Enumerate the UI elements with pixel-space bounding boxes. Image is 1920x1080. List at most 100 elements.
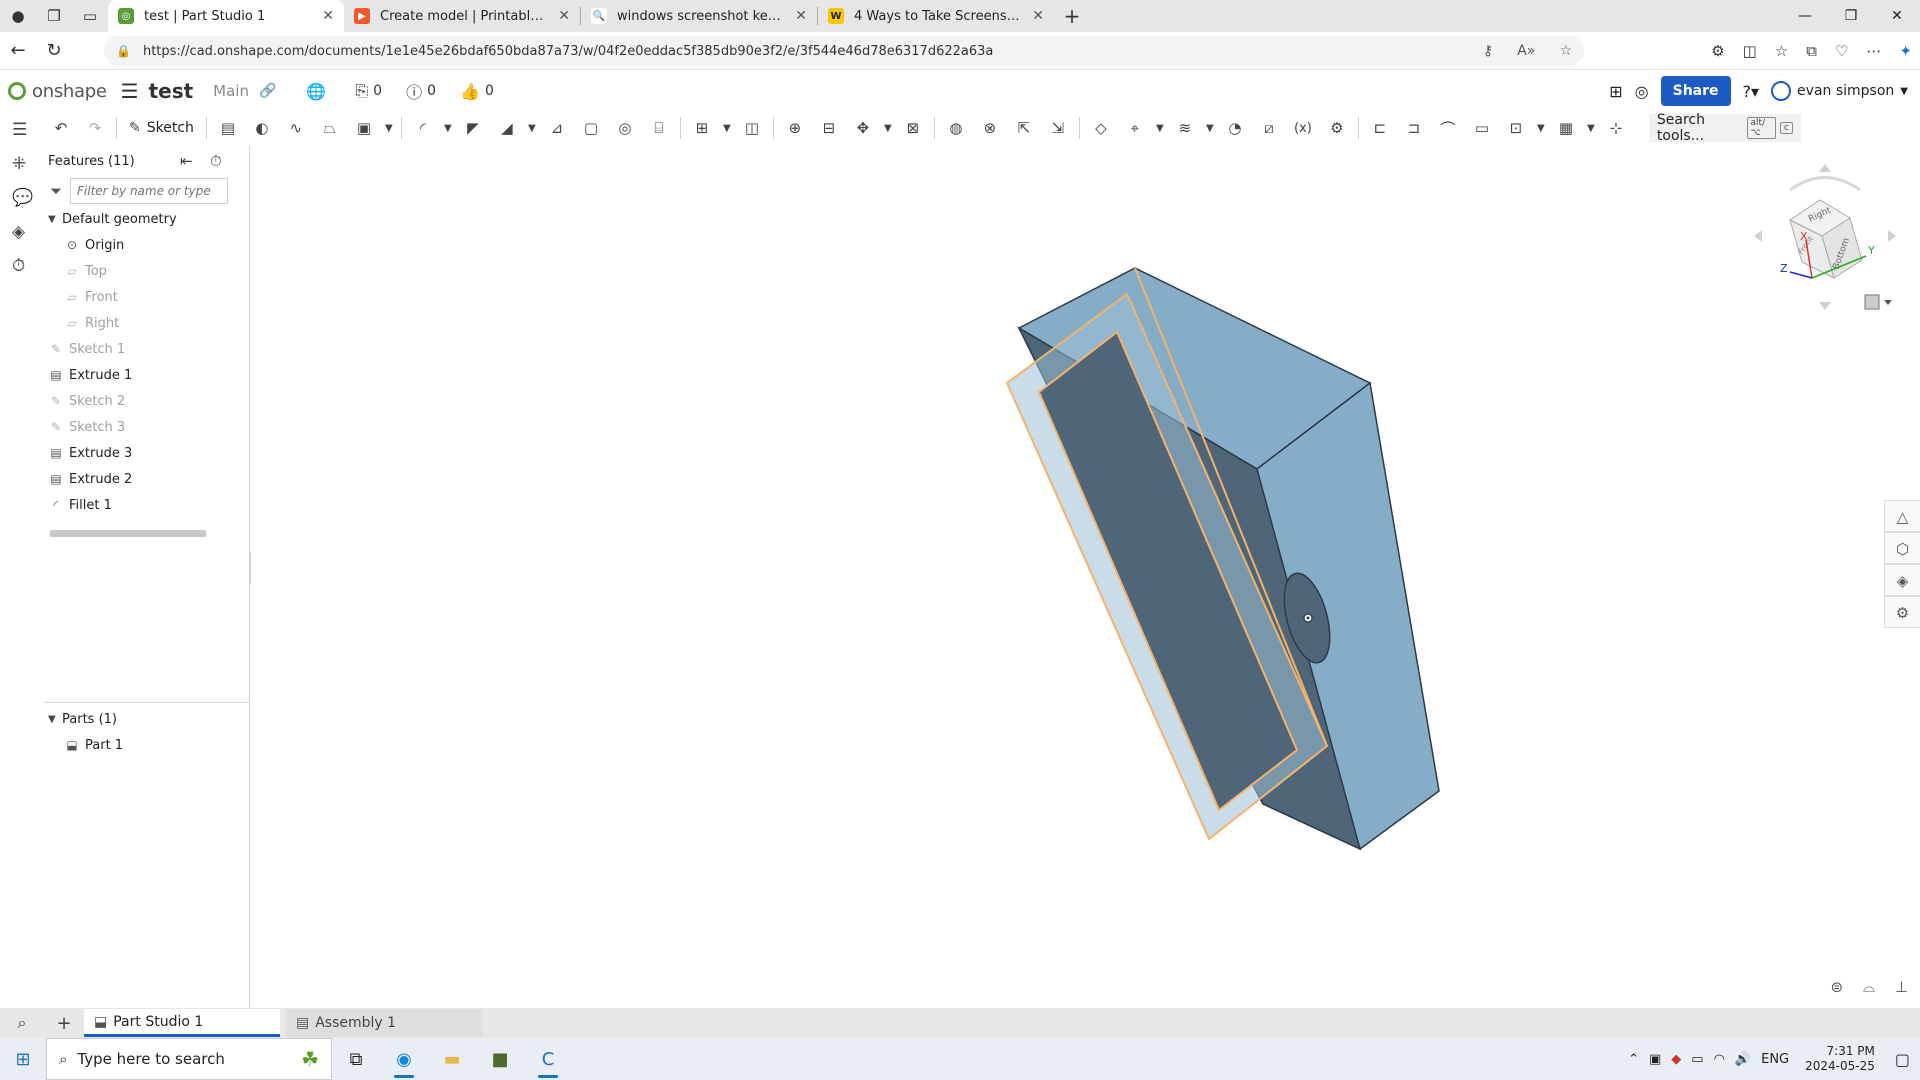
delete-part-icon[interactable]: ⊠ — [896, 113, 930, 143]
notifications-count[interactable]: ⓘ 0 — [406, 79, 436, 103]
render-icon[interactable]: ◈ — [1884, 564, 1920, 596]
clock[interactable]: 7:31 PM 2024-05-25 — [1805, 1044, 1875, 1074]
battery-icon[interactable]: ▭ — [1691, 1052, 1703, 1067]
bend-icon[interactable]: ⌒ — [1431, 113, 1465, 143]
extensions-icon[interactable]: ⚙ — [1711, 42, 1724, 60]
chevron-down-icon[interactable]: ▼ — [1583, 113, 1599, 143]
chevron-down-icon[interactable]: ▼ — [48, 714, 62, 725]
rollback-icon[interactable]: ⇤ — [180, 152, 193, 170]
variable-table-icon[interactable]: ⁜ — [12, 154, 26, 174]
feature-item-extrude-3[interactable]: ▤ Extrude 3 — [44, 440, 249, 466]
feature-item-sketch-3[interactable]: ✎ Sketch 3 — [44, 414, 249, 440]
view-cube-arrow-left[interactable] — [1754, 230, 1762, 242]
surface-icon[interactable]: ▦ — [1549, 113, 1583, 143]
insert-element-button[interactable]: + — [44, 1013, 84, 1034]
task-view-icon[interactable]: ⧉ — [332, 1038, 380, 1080]
filter-input[interactable] — [70, 178, 229, 204]
app-store-icon[interactable]: ⊞ — [1609, 82, 1622, 101]
filter-icon[interactable]: ⏷ — [50, 182, 62, 200]
flange-icon[interactable]: ⊐ — [1397, 113, 1431, 143]
back-icon[interactable]: ← — [0, 40, 36, 61]
view-options-icon[interactable] — [1864, 294, 1880, 310]
view-cube-arrow-down[interactable] — [1819, 302, 1831, 310]
move-face-icon[interactable]: ⇱ — [1007, 113, 1041, 143]
windows-start-icon[interactable]: ⊞ — [0, 1049, 46, 1070]
part-properties-icon[interactable]: ⬡ — [1884, 532, 1920, 564]
loft-icon[interactable]: ⏢ — [313, 113, 347, 143]
versions-count[interactable]: ⎘ 0 — [355, 81, 382, 101]
onshape-logo[interactable]: onshape — [8, 81, 107, 102]
likes-count[interactable]: 👍 0 — [460, 82, 494, 101]
comments-icon[interactable]: 💬 — [12, 188, 33, 208]
minimize-icon[interactable]: — — [1782, 0, 1828, 32]
feature-item-origin[interactable]: ⊙ Origin — [44, 232, 249, 258]
volume-icon[interactable]: 🔊 — [1735, 1052, 1751, 1067]
defender-icon[interactable]: ◆ — [1671, 1052, 1681, 1067]
shell-icon[interactable]: ▢ — [574, 113, 608, 143]
custom-tables-icon[interactable]: ⚙ — [1884, 596, 1920, 628]
chevron-down-icon[interactable]: ▼ — [48, 214, 62, 225]
cylinder-icon[interactable]: ⌸ — [642, 113, 676, 143]
variable-icon[interactable]: (x) — [1286, 113, 1320, 143]
section-view-icon[interactable]: ⧄ — [1252, 113, 1286, 143]
split-screen-icon[interactable]: ◫ — [1743, 42, 1757, 60]
hole-icon[interactable]: ◎ — [608, 113, 642, 143]
cura-app-icon[interactable]: C — [524, 1038, 572, 1080]
document-name[interactable]: test — [149, 79, 194, 103]
link-icon[interactable]: 🔗 — [259, 83, 276, 99]
undo-icon[interactable]: ↶ — [44, 113, 78, 143]
display-states-icon[interactable]: ⊜ — [1830, 978, 1843, 996]
user-menu[interactable]: evan simpson ▼ — [1771, 81, 1908, 101]
help-icon[interactable]: ?▾ — [1743, 82, 1760, 101]
public-globe-icon[interactable]: 🌐 — [306, 82, 331, 101]
named-views-icon[interactable]: ⌓ — [1863, 978, 1875, 996]
view-cube-arrow-up[interactable] — [1819, 164, 1831, 172]
chevron-down-icon[interactable]: ▼ — [440, 113, 456, 143]
browser-tab[interactable]: ◎ test | Part Studio 1 ✕ — [108, 0, 344, 32]
horizontal-scrollbar[interactable] — [50, 530, 206, 537]
feature-item-extrude-1[interactable]: ▤ Extrude 1 — [44, 362, 249, 388]
timer-icon[interactable]: ⏱ — [210, 152, 222, 170]
password-icon[interactable]: ⚷ — [1483, 43, 1493, 59]
boolean-icon[interactable]: ⊕ — [778, 113, 812, 143]
search-tools-field[interactable]: Search tools... alt/⌥ c — [1648, 112, 1801, 144]
feature-list-icon[interactable]: ☰ — [12, 120, 27, 140]
lock-icon[interactable]: 🔒 — [116, 44, 131, 58]
measure-icon[interactable]: ◔ — [1218, 113, 1252, 143]
favorites-icon[interactable]: ☆ — [1775, 42, 1788, 60]
helix-icon[interactable]: ≋ — [1168, 113, 1202, 143]
notifications-icon[interactable]: ▢ — [1895, 1050, 1910, 1069]
chevron-down-icon[interactable]: ▼ — [1533, 113, 1549, 143]
view-cube[interactable]: Right Bottom Front X Y Z — [1750, 160, 1900, 320]
appearance-panel-icon[interactable]: △ — [1884, 500, 1920, 532]
language-indicator[interactable]: ENG — [1761, 1052, 1789, 1067]
feature-item-fillet-1[interactable]: ◜ Fillet 1 — [44, 492, 249, 518]
mate-tools-icon[interactable]: ⊥ — [1895, 978, 1908, 996]
thicken-icon[interactable]: ▣ — [347, 113, 381, 143]
browser-essentials-icon[interactable]: ♡ — [1835, 42, 1848, 60]
replace-face-icon[interactable]: ⇲ — [1041, 113, 1075, 143]
chevron-up-icon[interactable]: ⌃ — [1628, 1052, 1639, 1067]
chevron-down-icon[interactable]: ▼ — [719, 113, 735, 143]
chevron-down-icon[interactable]: ▼ — [381, 113, 397, 143]
minecraft-icon[interactable]: ■ — [476, 1038, 524, 1080]
pattern-icon[interactable]: ⊞ — [685, 113, 719, 143]
feature-item-front[interactable]: ▱ Front — [44, 284, 249, 310]
close-tab-icon[interactable]: ✕ — [795, 8, 807, 24]
finish-icon[interactable]: ▭ — [1465, 113, 1499, 143]
url-field[interactable]: 🔒 https://cad.onshape.com/documents/1e1e… — [104, 36, 1584, 66]
browser-tab[interactable]: W4 Ways to Take Screenshots in W✕ — [818, 0, 1054, 32]
more-icon[interactable]: ⋯ — [1866, 42, 1881, 60]
view-cube-arrow-right[interactable] — [1888, 230, 1896, 242]
meet-icon[interactable]: ▣ — [1649, 1052, 1661, 1067]
feature-item-extrude-2[interactable]: ▤ Extrude 2 — [44, 466, 249, 492]
transform-icon[interactable]: ✥ — [846, 113, 880, 143]
sweep-icon[interactable]: ∿ — [279, 113, 313, 143]
close-tab-icon[interactable]: ✕ — [1032, 8, 1044, 24]
element-tab[interactable]: ▤ Assembly 1 — [286, 1009, 482, 1037]
workspaces-icon[interactable]: ❐ — [36, 0, 72, 32]
redo-icon[interactable]: ↷ — [78, 113, 112, 143]
chevron-down-icon[interactable]: ▼ — [524, 113, 540, 143]
mirror-icon[interactable]: ◫ — [735, 113, 769, 143]
modify-fillet-icon[interactable]: ◍ — [939, 113, 973, 143]
